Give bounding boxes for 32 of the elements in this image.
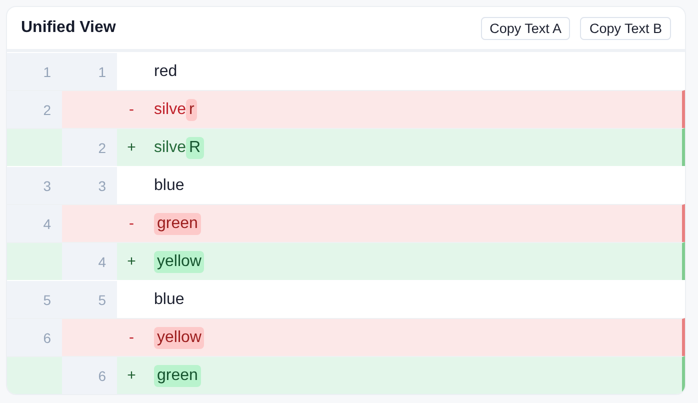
line-number: 2 [43, 102, 51, 118]
line-number: 6 [98, 368, 106, 384]
line-number: 5 [98, 292, 106, 308]
changed-text: R [186, 136, 204, 158]
changed-text: r [186, 98, 198, 120]
changed-text: yellow [154, 326, 204, 348]
line-number: 5 [43, 292, 51, 308]
line-number: 1 [43, 64, 51, 80]
line-text: blue [154, 176, 184, 194]
view-title: Unified View [21, 19, 116, 37]
line-number: 3 [98, 178, 106, 194]
copy-button[interactable]: Copy Text A [480, 16, 570, 40]
diff-sign: - [129, 329, 134, 346]
line-number: 2 [98, 140, 106, 156]
line-text: silve [154, 100, 186, 118]
diff-sign: + [127, 253, 136, 270]
changed-text: green [154, 212, 201, 234]
line-text: red [154, 62, 178, 80]
diff-sign: + [127, 367, 136, 384]
diff-sign: + [127, 139, 136, 156]
line-text: silve [154, 138, 186, 156]
diff-sign: - [129, 215, 134, 232]
changed-text: yellow [154, 250, 204, 272]
copy-button[interactable]: Copy Text B [580, 16, 671, 40]
line-number: 3 [43, 178, 51, 194]
diff-sign: - [129, 101, 134, 118]
line-number: 1 [98, 64, 106, 80]
line-number: 6 [43, 330, 51, 346]
line-text: blue [154, 290, 184, 308]
line-number: 4 [98, 254, 106, 270]
line-number: 4 [43, 216, 51, 232]
changed-text: green [154, 364, 201, 386]
